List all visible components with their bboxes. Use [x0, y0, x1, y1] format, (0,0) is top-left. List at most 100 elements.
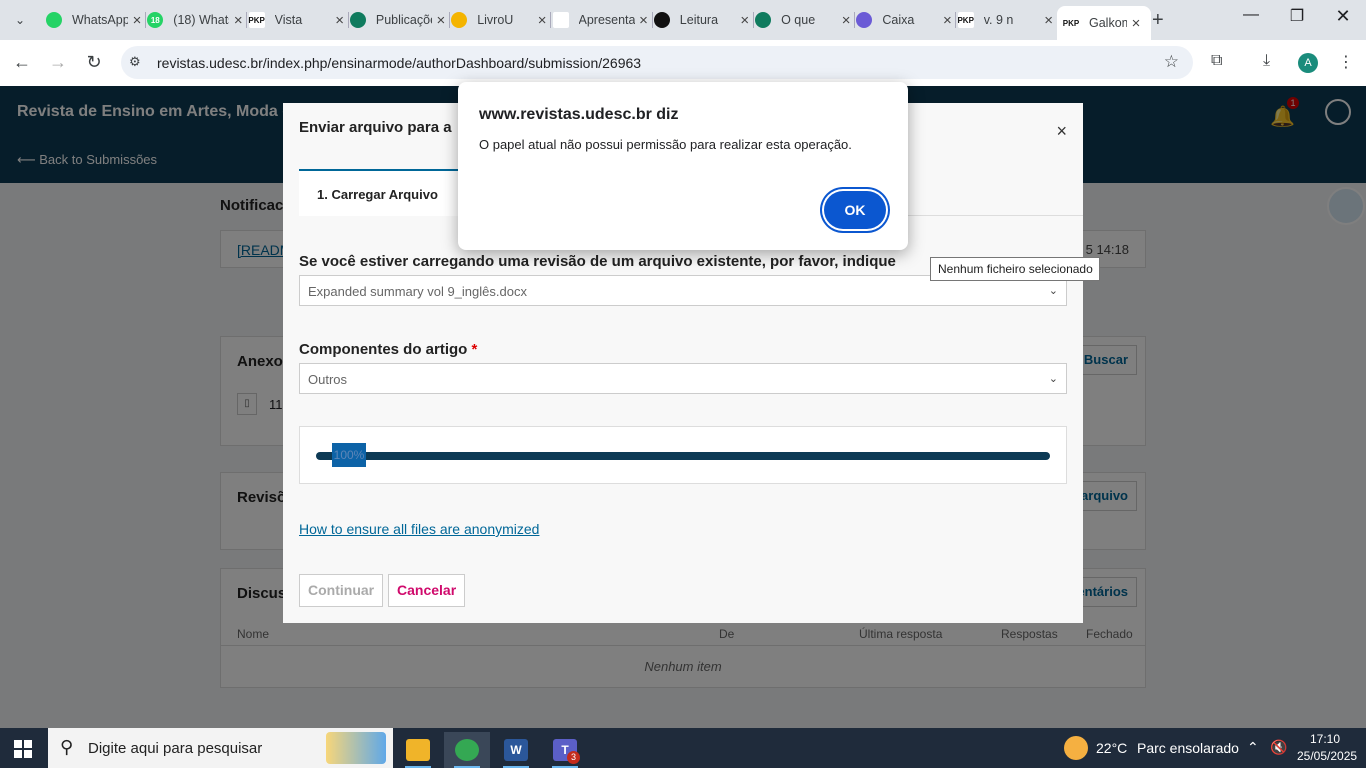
browser-tab-title: Galkom — [1089, 16, 1127, 30]
browser-tab-title: O que — [781, 13, 816, 27]
download-icon[interactable]: ⤓ — [1263, 52, 1270, 70]
tab-separator — [246, 12, 248, 28]
taskbar-app-chrome[interactable] — [444, 732, 490, 768]
close-tab-icon[interactable]: × — [837, 12, 855, 29]
taskbar-app-file-explorer[interactable] — [395, 732, 441, 768]
tab-search-chevron-icon[interactable]: ⌄ — [8, 8, 32, 32]
tab-separator — [550, 12, 552, 28]
taskbar-app-teams[interactable]: T3 — [542, 732, 588, 768]
revision-label: Se você estiver carregando uma revisão d… — [299, 253, 896, 270]
file-tooltip: Nenhum ficheiro selecionado — [930, 257, 1100, 281]
profile-avatar[interactable]: A — [1298, 53, 1318, 73]
close-tab-icon[interactable]: × — [1040, 12, 1058, 29]
pkp-icon: PKP — [1063, 15, 1079, 31]
close-tab-icon[interactable]: × — [229, 12, 247, 29]
close-window-icon[interactable]: ✕ — [1320, 6, 1366, 27]
modal-title: Enviar arquivo para a — [299, 119, 452, 136]
clock-date[interactable]: 25/05/2025 — [1297, 749, 1357, 763]
tab-separator — [854, 12, 856, 28]
close-tab-icon[interactable]: × — [736, 12, 754, 29]
close-tab-icon[interactable]: × — [533, 12, 551, 29]
browser-tab[interactable]: PKP v. 9 n × — [957, 8, 1058, 32]
close-tab-icon[interactable]: × — [1127, 15, 1145, 32]
url-text[interactable]: revistas.udesc.br/index.php/ensinarmode/… — [157, 55, 641, 71]
close-tab-icon[interactable]: × — [635, 12, 653, 29]
address-bar[interactable]: ⚙ revistas.udesc.br/index.php/ensinarmod… — [121, 46, 1193, 79]
volume-muted-icon[interactable]: 🔇 — [1270, 739, 1287, 756]
drive-icon — [451, 12, 468, 28]
weather-icon[interactable] — [1064, 736, 1088, 760]
pkp-icon: PKP — [957, 12, 974, 28]
windows-start-icon[interactable] — [14, 740, 32, 758]
close-tab-icon[interactable]: × — [938, 12, 956, 29]
clock-time[interactable]: 17:10 — [1310, 732, 1340, 746]
browser-tab[interactable]: Leitura × — [653, 8, 754, 32]
sheets-icon — [755, 12, 772, 28]
browser-tab[interactable]: PKP Galkom × — [1057, 6, 1151, 40]
taskbar-app-word[interactable]: W — [493, 732, 539, 768]
reload-icon[interactable]: ↻ — [82, 52, 106, 73]
component-select[interactable]: Outros ⌄ — [299, 363, 1067, 394]
tab-separator — [347, 12, 349, 28]
tab-separator — [651, 12, 653, 28]
browser-tab-title: WhatsApp — [72, 13, 128, 27]
browser-tab-title: Caixa — [882, 13, 915, 27]
browser-tab[interactable]: LivroU × — [451, 8, 551, 32]
browser-tab-title: LivroU — [477, 13, 514, 27]
alert-dialog: www.revistas.udesc.br diz O papel atual … — [458, 82, 908, 250]
browser-tab[interactable]: O que × — [755, 8, 855, 32]
progress-track — [316, 452, 1050, 460]
file-explorer-icon — [406, 739, 430, 761]
browser-tab-title: (18) WhatsApp — [173, 13, 229, 27]
alert-title: www.revistas.udesc.br diz — [479, 106, 679, 123]
browser-tab-title: Publicações — [375, 13, 432, 27]
browser-tab[interactable]: Apresentação× — [552, 8, 653, 32]
close-icon[interactable]: × — [1056, 121, 1067, 142]
app-badge: 3 — [567, 751, 580, 764]
browser-tab-title: Apresentação — [578, 13, 635, 27]
browser-tab[interactable]: Publicações× — [349, 8, 450, 32]
browser-tab-strip: ⌄ WhatsApp×18(18) WhatsApp×PKPVista×Publ… — [0, 0, 1366, 40]
taskbar-search[interactable]: ⚲ Digite aqui para pesquisar — [48, 728, 393, 768]
windows-taskbar: ⚲ Digite aqui para pesquisar W T3 22°C Pa… — [0, 728, 1366, 768]
search-icon: ⚲ — [60, 737, 74, 757]
browser-tab[interactable]: 18 (18) WhatsApp× — [147, 8, 247, 32]
close-tab-icon[interactable]: × — [128, 12, 146, 29]
browser-tab[interactable]: Caixa × — [856, 8, 956, 32]
tab-separator — [752, 12, 754, 28]
minimize-icon[interactable]: — — [1228, 6, 1274, 24]
close-tab-icon[interactable]: × — [432, 12, 450, 29]
tab-upload-file[interactable]: 1. Carregar Arquivo — [299, 169, 464, 216]
tray-chevron-up-icon[interactable]: ⌃ — [1247, 739, 1259, 756]
taskbar-search-placeholder: Digite aqui para pesquisar — [88, 740, 263, 757]
browser-tab-title: v. 9 n — [983, 13, 1014, 27]
upload-area[interactable]: 100% — [299, 426, 1067, 484]
progress-label: 100% — [332, 443, 366, 467]
whatsapp-business-icon: 18 — [147, 12, 164, 28]
whatsapp-icon — [46, 12, 62, 28]
bookmark-star-icon[interactable]: ☆ — [1164, 52, 1179, 72]
copilot-icon — [856, 12, 873, 28]
component-label-text: Componentes do artigo — [299, 341, 468, 358]
browser-tab[interactable]: WhatsApp × — [46, 8, 146, 32]
chrome-icon — [455, 739, 479, 761]
continue-button[interactable]: Continuar — [299, 574, 384, 607]
new-tab-button[interactable]: + — [1152, 9, 1164, 32]
extensions-icon[interactable]: ⧉ — [1211, 52, 1222, 70]
cancel-button[interactable]: Cancelar — [388, 574, 466, 607]
weather-temp[interactable]: 22°C — [1096, 740, 1127, 756]
restore-icon[interactable]: ❐ — [1274, 6, 1320, 26]
menu-kebab-icon[interactable]: ⋮ — [1338, 52, 1354, 72]
forward-arrow-icon[interactable]: → — [46, 52, 70, 73]
browser-tab-title: Vista — [274, 13, 303, 27]
close-tab-icon[interactable]: × — [331, 12, 349, 29]
ok-button[interactable]: OK — [824, 191, 886, 229]
chevron-down-icon: ⌄ — [1048, 285, 1058, 297]
word-icon: W — [504, 739, 528, 761]
weather-text[interactable]: Parc ensolarado — [1137, 740, 1239, 756]
browser-tab[interactable]: PKP Vista × — [248, 8, 349, 32]
anonymize-help-link[interactable]: How to ensure all files are anonymized — [299, 521, 539, 537]
site-info-icon[interactable]: ⚙ — [129, 54, 141, 70]
back-arrow-icon[interactable]: ← — [10, 52, 34, 73]
sheets-icon — [349, 12, 366, 28]
